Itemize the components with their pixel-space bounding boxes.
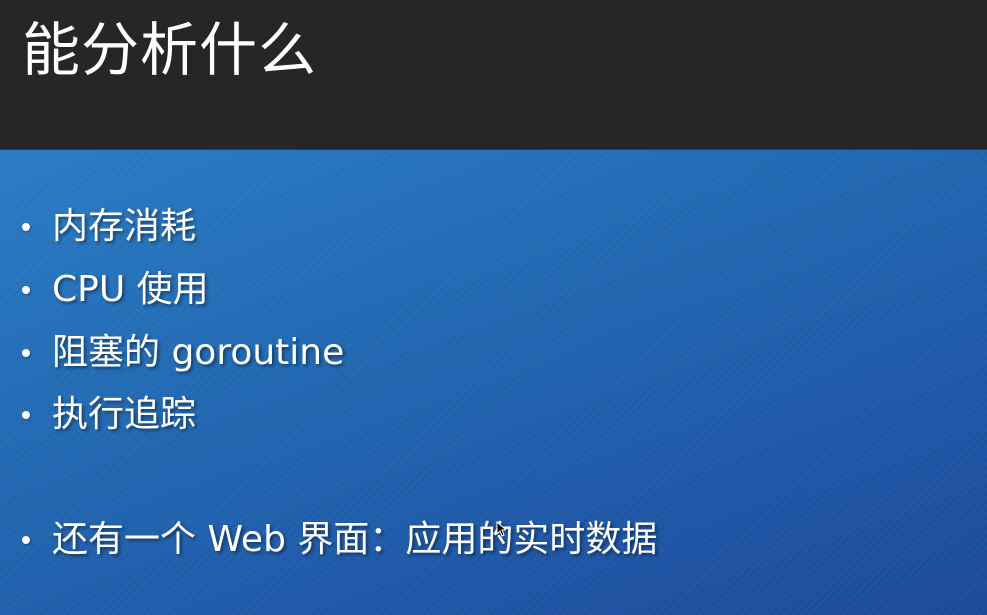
bullet-text: 阻塞的 goroutine bbox=[52, 332, 345, 373]
bullet-dot-icon bbox=[22, 349, 30, 357]
bullet-item: 还有一个 Web 界面：应用的实时数据 bbox=[22, 516, 657, 564]
slide-title: 能分析什么 bbox=[22, 16, 318, 84]
bullet-text: CPU 使用 bbox=[52, 269, 209, 310]
bullet-dot-icon bbox=[22, 286, 30, 294]
slide-content: 内存消耗 CPU 使用 阻塞的 goroutine 执行追踪 还有一个 Web … bbox=[0, 150, 987, 615]
bullet-dot-icon bbox=[22, 536, 30, 544]
bullet-text: 还有一个 Web 界面：应用的实时数据 bbox=[52, 519, 658, 560]
bullet-item: 阻塞的 goroutine bbox=[22, 329, 344, 377]
bullet-text: 执行追踪 bbox=[52, 394, 197, 435]
bullet-item: 执行追踪 bbox=[22, 391, 196, 439]
presentation-slide: 能分析什么 内存消耗 CPU 使用 阻塞的 goroutine 执行追踪 还有一 bbox=[0, 0, 987, 615]
bullet-text: 内存消耗 bbox=[52, 206, 197, 247]
bullet-dot-icon bbox=[22, 411, 30, 419]
bullet-item: CPU 使用 bbox=[22, 266, 209, 314]
title-bar: 能分析什么 bbox=[0, 0, 987, 150]
bullet-item: 内存消耗 bbox=[22, 203, 196, 251]
mouse-pointer-icon bbox=[496, 521, 506, 537]
bullet-dot-icon bbox=[22, 223, 30, 231]
